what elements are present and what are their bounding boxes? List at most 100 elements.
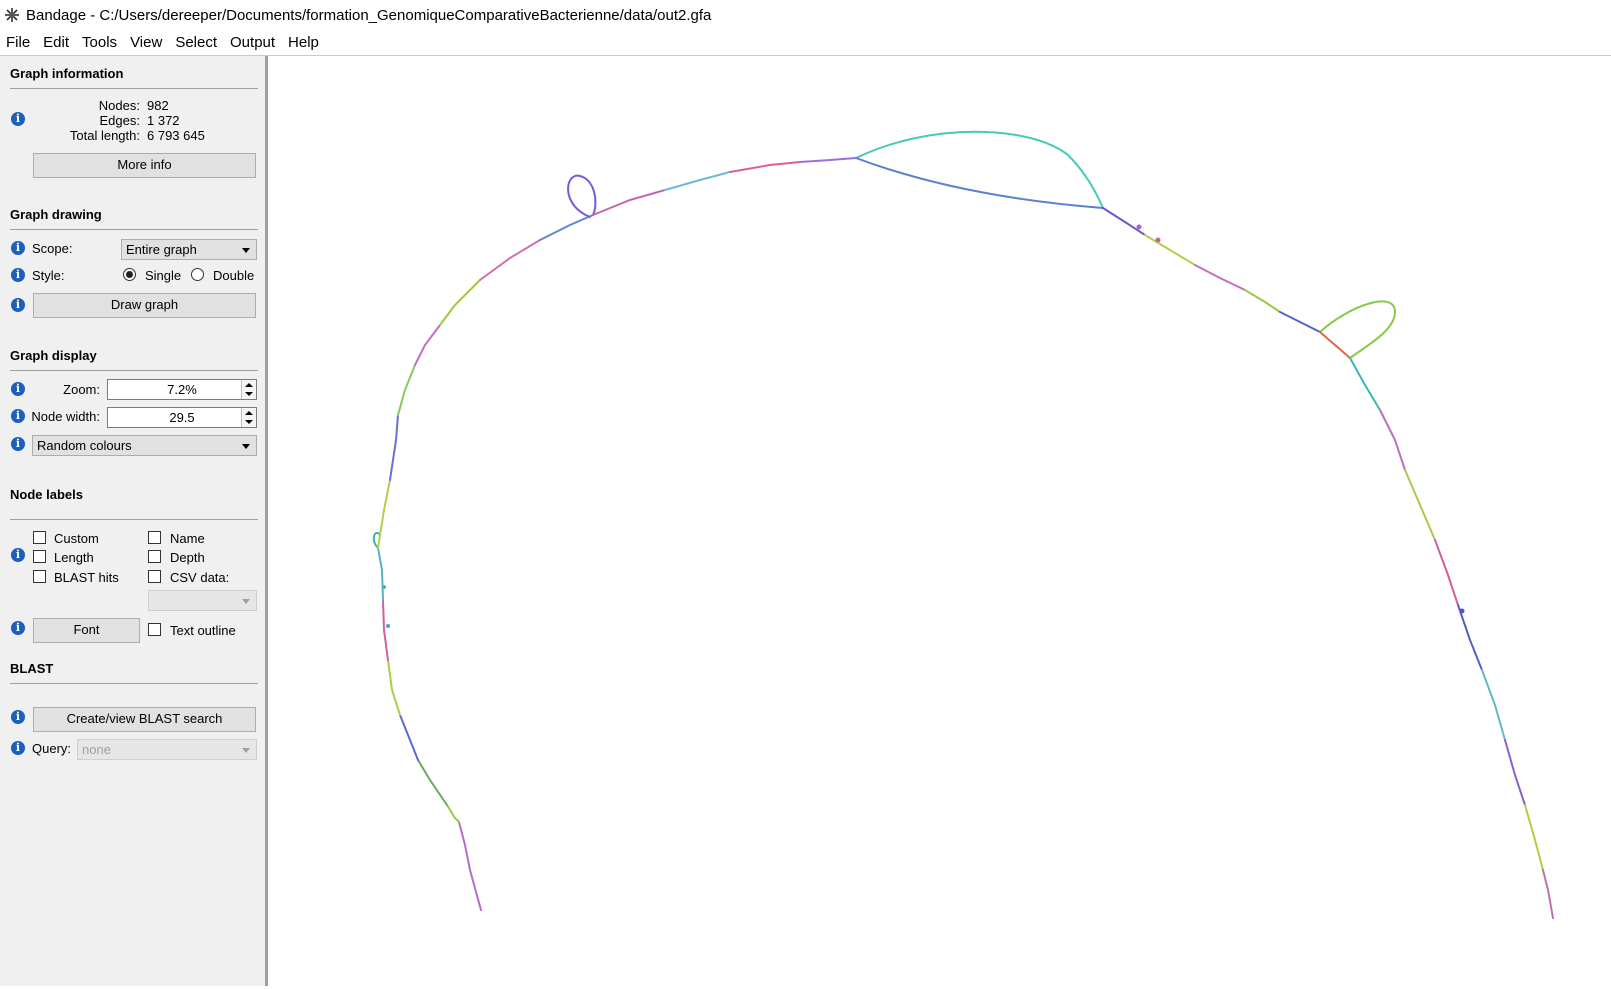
arrow-up-icon[interactable] (245, 411, 253, 415)
graph-canvas[interactable] (268, 56, 1611, 986)
nodes-label: Nodes: (98, 98, 140, 113)
style-single-label: Single (145, 268, 182, 283)
info-icon[interactable]: i (11, 409, 25, 423)
graph-edge (539, 214, 594, 241)
info-icon[interactable]: i (11, 268, 25, 282)
zoom-stepper[interactable] (241, 380, 256, 399)
chevron-down-icon (242, 248, 250, 253)
menu-tools[interactable]: Tools (76, 30, 124, 55)
divider (10, 683, 258, 684)
graph-edge (855, 157, 1104, 209)
menu-help[interactable]: Help (282, 30, 326, 55)
graph-edge (389, 414, 399, 481)
text-outline-checkbox[interactable] (148, 623, 161, 636)
graph-edge (382, 599, 389, 661)
graph-edge (414, 324, 441, 366)
graph-edge (1542, 869, 1554, 919)
graph-edge (387, 659, 401, 716)
graph-edge (446, 804, 460, 823)
menu-select[interactable]: Select (169, 30, 224, 55)
menu-view[interactable]: View (124, 30, 169, 55)
graph-edge (439, 279, 481, 326)
menu-file[interactable]: File (0, 30, 37, 55)
assembly-graph[interactable] (268, 56, 1611, 986)
csv-data-label: CSV data: (170, 570, 230, 585)
colour-scheme-dropdown[interactable]: Random colours (32, 435, 257, 456)
edges-label: Edges: (99, 113, 140, 128)
graph-drawing-title: Graph drawing (10, 207, 102, 222)
style-double-radio[interactable] (191, 268, 204, 281)
csv-data-checkbox[interactable] (148, 570, 161, 583)
chevron-down-icon (242, 444, 250, 449)
scope-value: Entire graph (126, 242, 197, 257)
text-outline-label: Text outline (170, 623, 236, 638)
scope-dropdown[interactable]: Entire graph (121, 239, 257, 260)
graph-edge (1379, 409, 1406, 471)
name-checkbox[interactable] (148, 531, 161, 544)
info-icon[interactable]: i (11, 437, 25, 451)
scope-label: Scope: (32, 241, 73, 256)
info-icon[interactable]: i (11, 621, 25, 635)
graph-edge (397, 364, 416, 416)
query-dropdown: none (77, 739, 257, 760)
custom-checkbox[interactable] (33, 531, 46, 544)
arrow-down-icon[interactable] (245, 420, 253, 424)
style-single-radio[interactable] (123, 268, 136, 281)
nodes-value: 982 (147, 98, 169, 113)
node-width-value: 29.5 (169, 410, 195, 425)
graph-edge (664, 171, 731, 191)
depth-checkbox[interactable] (148, 550, 161, 563)
total-length-label: Total length: (69, 128, 140, 143)
graph-edge (1434, 539, 1459, 606)
graph-edge (1144, 234, 1196, 266)
csv-data-dropdown (148, 590, 257, 611)
node-labels-title: Node labels (10, 487, 83, 502)
depth-label: Depth (170, 550, 205, 565)
menu-output[interactable]: Output (224, 30, 282, 55)
colour-scheme-value: Random colours (37, 438, 132, 453)
info-icon[interactable]: i (11, 298, 25, 312)
arrow-down-icon[interactable] (245, 392, 253, 396)
blast-hits-checkbox[interactable] (33, 570, 46, 583)
chevron-down-icon (242, 748, 250, 753)
graph-node (1155, 237, 1161, 243)
info-icon[interactable]: i (11, 241, 25, 255)
create-blast-search-button[interactable]: Create/view BLAST search (33, 707, 256, 732)
graph-edge (1102, 207, 1146, 236)
font-button[interactable]: Font (33, 618, 140, 643)
graph-edge (377, 547, 384, 601)
draw-graph-button[interactable]: Draw graph (33, 293, 256, 318)
style-label: Style: (32, 268, 65, 283)
node-width-spinbox[interactable]: 29.5 (107, 407, 257, 428)
name-label: Name (170, 531, 205, 546)
info-icon[interactable]: i (11, 710, 25, 724)
length-checkbox[interactable] (33, 550, 46, 563)
info-icon[interactable]: i (11, 548, 25, 562)
query-value: none (82, 742, 111, 757)
graph-edge (1524, 804, 1544, 871)
graph-edge (417, 759, 448, 806)
info-icon[interactable]: i (11, 741, 25, 755)
menu-bar: File Edit Tools View Select Output Help (0, 30, 1611, 56)
graph-edge (1319, 331, 1351, 359)
divider (10, 519, 258, 520)
control-panel: Graph information i Nodes: 982 Edges: 1 … (0, 56, 268, 986)
graph-edge (1349, 357, 1381, 411)
bandage-icon (2, 5, 22, 25)
zoom-value: 7.2% (167, 382, 197, 397)
length-label: Length (54, 550, 94, 565)
info-icon[interactable]: i (11, 112, 25, 126)
node-width-stepper[interactable] (241, 408, 256, 427)
zoom-spinbox[interactable]: 7.2% (107, 379, 257, 400)
window-title: Bandage - C:/Users/dereeper/Documents/fo… (26, 6, 712, 24)
graph-node (382, 585, 386, 589)
graph-edge (377, 479, 391, 549)
menu-edit[interactable]: Edit (37, 30, 76, 55)
more-info-button[interactable]: More info (33, 153, 256, 178)
custom-label: Custom (54, 531, 99, 546)
graph-edge (1481, 669, 1506, 741)
info-icon[interactable]: i (11, 382, 25, 396)
graph-edge (1404, 469, 1436, 541)
graph-edge (1504, 739, 1526, 806)
arrow-up-icon[interactable] (245, 383, 253, 387)
